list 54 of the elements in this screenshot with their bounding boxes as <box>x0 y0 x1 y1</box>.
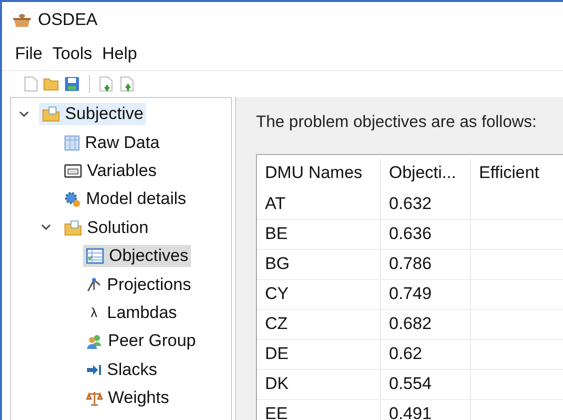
table-cell: DK <box>257 370 381 399</box>
tree-item[interactable]: Slacks <box>83 358 160 381</box>
tree-item[interactable]: Weights <box>83 387 172 410</box>
table-cell: 0.682 <box>381 310 471 339</box>
column-header[interactable]: DMU Names <box>257 159 381 190</box>
arrow-to-bar-icon <box>86 364 102 376</box>
table-cell: 0.554 <box>381 370 471 399</box>
table-cell: AT <box>257 190 381 219</box>
menu-item[interactable]: File <box>15 44 42 64</box>
gear-icon <box>64 190 81 208</box>
menu-item[interactable]: Help <box>102 44 138 64</box>
window-icon <box>64 164 82 178</box>
lambda-glyph: λ <box>90 305 98 320</box>
chevron-icon[interactable] <box>19 110 29 118</box>
column-header[interactable]: Efficient <box>471 159 563 190</box>
export-file-icon[interactable] <box>120 76 136 92</box>
table-cell: 0.636 <box>381 220 471 249</box>
folder-icon[interactable] <box>43 77 59 91</box>
scale-icon <box>86 390 103 407</box>
table-cell: 0.786 <box>381 250 471 279</box>
table-cell: CZ <box>257 310 381 339</box>
chevron-icon[interactable] <box>41 224 51 232</box>
table-cell: CY <box>257 280 381 309</box>
column-header[interactable]: Objecti... <box>381 159 471 190</box>
tree-item[interactable]: Variables <box>61 160 160 182</box>
table-cell: 0.491 <box>381 400 471 420</box>
folder-icon <box>64 220 82 236</box>
table-cell: DE <box>257 340 381 369</box>
import-file-icon[interactable] <box>99 76 115 92</box>
tree-item[interactable]: Solution <box>61 216 152 239</box>
table-cell: 0.632 <box>381 190 471 219</box>
pot-icon <box>12 11 32 29</box>
folder-icon <box>42 106 60 122</box>
table-cell: EE <box>257 400 381 420</box>
tree-item[interactable]: Subjective <box>39 103 146 126</box>
heading-text: The problem objectives are as follows: <box>256 113 538 133</box>
window-title: OSDEA <box>38 10 98 30</box>
new-file-icon[interactable] <box>24 76 38 92</box>
menu-item[interactable]: Tools <box>52 44 92 64</box>
tree-item[interactable]: Model details <box>61 188 190 210</box>
tree-item[interactable]: Peer Group <box>83 330 199 352</box>
tree-item[interactable]: Objectives <box>83 245 192 268</box>
people-icon <box>86 332 103 350</box>
projection-icon <box>86 276 102 293</box>
tree-item[interactable]: λ Lambdas <box>83 302 180 324</box>
table-icon <box>64 134 80 151</box>
table-cell: BG <box>257 250 381 279</box>
tree-item[interactable]: Projections <box>83 274 194 296</box>
table-cell: BE <box>257 220 381 249</box>
table-cell: 0.749 <box>381 280 471 309</box>
spreadsheet-icon <box>86 248 104 264</box>
tree-item[interactable]: Raw Data <box>61 132 163 154</box>
table-cell: 0.62 <box>381 340 471 369</box>
save-icon[interactable] <box>64 76 80 92</box>
